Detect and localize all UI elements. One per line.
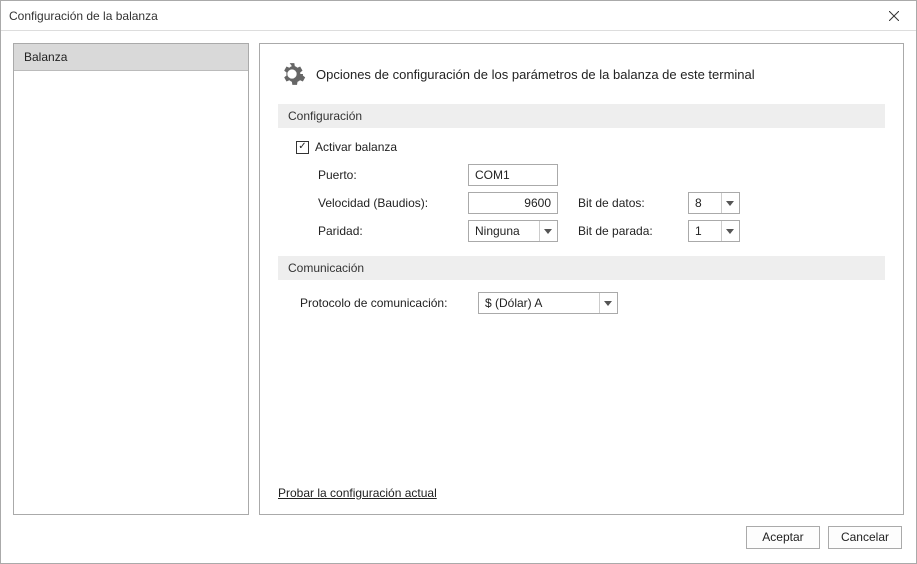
section-header-config: Configuración <box>278 104 885 128</box>
panel-header: Opciones de configuración de los parámet… <box>278 60 885 88</box>
accept-button[interactable]: Aceptar <box>746 526 820 549</box>
label-paridad: Paridad: <box>318 224 448 238</box>
main-panel: Opciones de configuración de los parámet… <box>259 43 904 515</box>
section-body-comm: Protocolo de comunicación: $ (Dólar) A <box>278 292 885 328</box>
close-button[interactable] <box>871 1 916 31</box>
chevron-down-icon <box>721 193 737 213</box>
select-protocolo-value: $ (Dólar) A <box>485 296 542 310</box>
label-bitdatos: Bit de datos: <box>578 196 668 210</box>
chevron-down-icon <box>599 293 615 313</box>
label-bitparada: Bit de parada: <box>578 224 668 238</box>
link-probar-configuracion[interactable]: Probar la configuración actual <box>278 486 437 500</box>
input-puerto-value: COM1 <box>475 168 510 182</box>
accept-button-label: Aceptar <box>762 530 803 544</box>
sidebar-item-label: Balanza <box>24 50 67 64</box>
checkbox-label: Activar balanza <box>315 140 397 154</box>
select-protocolo[interactable]: $ (Dólar) A <box>478 292 618 314</box>
titlebar: Configuración de la balanza <box>1 1 916 31</box>
select-bitparada[interactable]: 1 <box>688 220 740 242</box>
cancel-button[interactable]: Cancelar <box>828 526 902 549</box>
dialog-footer: Aceptar Cancelar <box>13 515 904 553</box>
window-title: Configuración de la balanza <box>9 9 871 23</box>
checkbox-box[interactable] <box>296 141 309 154</box>
label-baudios: Velocidad (Baudios): <box>318 196 448 210</box>
select-bitdatos-value: 8 <box>695 196 702 210</box>
input-puerto[interactable]: COM1 <box>468 164 558 186</box>
dialog-body: Balanza Opciones de configuración de los… <box>1 31 916 563</box>
input-baudios-value: 9600 <box>524 196 551 210</box>
input-baudios[interactable]: 9600 <box>468 192 558 214</box>
close-icon <box>889 11 899 21</box>
sidebar: Balanza <box>13 43 249 515</box>
sidebar-item-balanza[interactable]: Balanza <box>14 44 248 71</box>
comm-row: Protocolo de comunicación: $ (Dólar) A <box>300 292 885 314</box>
select-bitparada-value: 1 <box>695 224 702 238</box>
cancel-button-label: Cancelar <box>841 530 889 544</box>
chevron-down-icon <box>539 221 555 241</box>
label-puerto: Puerto: <box>318 168 448 182</box>
test-link-text: Probar la configuración actual <box>278 486 437 500</box>
chevron-down-icon <box>721 221 737 241</box>
dialog-window: Configuración de la balanza Balanza Opci <box>0 0 917 564</box>
label-protocolo: Protocolo de comunicación: <box>300 296 450 310</box>
select-paridad[interactable]: Ninguna <box>468 220 558 242</box>
config-grid: Puerto: COM1 Velocidad (Baudios): 9600 B… <box>318 164 885 242</box>
section-body-config: Activar balanza Puerto: COM1 Velocidad (… <box>278 140 885 256</box>
select-paridad-value: Ninguna <box>475 224 520 238</box>
gear-icon <box>278 60 306 88</box>
panel-header-text: Opciones de configuración de los parámet… <box>316 67 755 82</box>
select-bitdatos[interactable]: 8 <box>688 192 740 214</box>
section-header-comm: Comunicación <box>278 256 885 280</box>
split-pane: Balanza Opciones de configuración de los… <box>13 43 904 515</box>
checkbox-activar-balanza[interactable]: Activar balanza <box>296 140 885 154</box>
